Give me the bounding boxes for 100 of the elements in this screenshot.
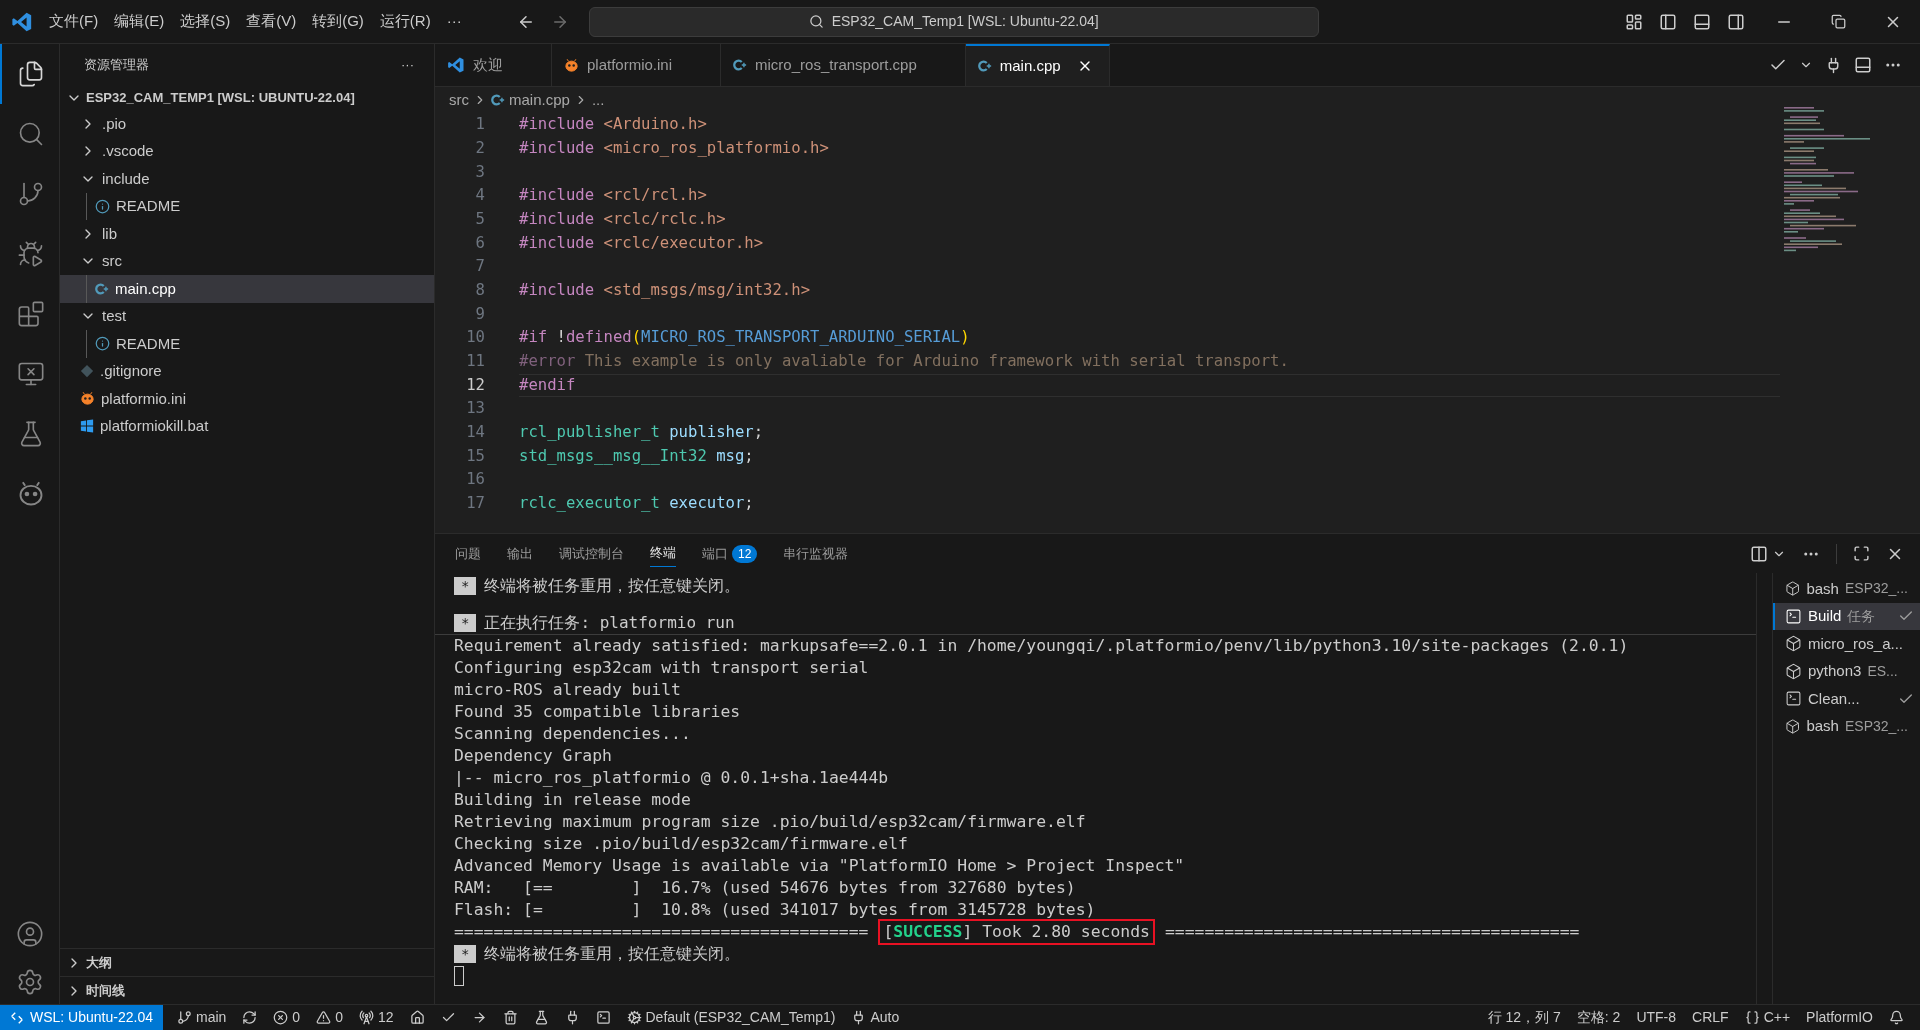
status-bar-item[interactable]: 行 12，列 7 [1479,1007,1569,1028]
tree-item[interactable]: src [60,247,434,275]
cpp-file-icon [491,93,505,107]
tree-item[interactable]: .vscode [60,137,434,165]
extensions-icon [16,300,45,328]
editor-tab[interactable]: platformio.ini [552,44,722,86]
terminal-line: Found 35 compatible libraries [454,700,741,723]
status-bar-item[interactable]: UTF-8 [1628,1007,1685,1028]
command-center-search[interactable]: ESP32_CAM_Temp1 [WSL: Ubuntu-22.04] [588,6,1319,37]
error-icon [273,1010,289,1025]
line-number: 7 [474,256,485,278]
terminal-session-item[interactable]: bash ESP32_... [1773,575,1920,603]
terminal-line: micro-ROS already built [454,678,681,701]
tree-item[interactable]: include [60,165,434,193]
panel-tab[interactable]: 端口 12 [702,540,758,567]
status-bar-item[interactable]: 0 [265,1007,309,1028]
tree-item[interactable]: .gitignore [60,357,434,385]
rule-text: ========================================== [1164,920,1580,943]
terminal-session-item[interactable]: bash ESP32_... [1773,712,1920,740]
split-terminal-icon[interactable] [1750,544,1768,563]
toggle-sidebar-icon[interactable] [1659,12,1677,31]
bell-icon[interactable] [1889,1010,1904,1025]
menu-item[interactable]: 编辑(E) [109,10,170,33]
menu-item[interactable]: 查看(V) [241,10,302,33]
line-number: 11 [465,351,485,372]
cpp-file-icon [95,281,109,296]
layout-icon[interactable] [1625,12,1643,31]
cog-icon [626,1010,642,1025]
panel-tab[interactable]: 终端 [650,540,676,567]
breadcrumb-item[interactable]: ... [591,88,605,112]
tree-item[interactable]: .pio [60,110,434,138]
line-number: 10 [465,327,485,349]
menu-item[interactable]: 转到(G) [307,10,369,33]
code-line: #endif [519,374,576,396]
warning-icon [316,1010,332,1025]
editor-tab[interactable]: micro_ros_transport.cpp [721,44,966,86]
breadcrumb-item[interactable]: src [449,88,469,112]
menu-item[interactable]: 运行(R) [374,10,436,33]
tree-item[interactable]: platformio.ini [60,385,434,413]
split-editor-icon[interactable] [1854,56,1872,74]
more-actions-button[interactable]: ··· [401,55,414,75]
panel-tab[interactable]: 串行监视器 [783,540,849,567]
status-bar-item[interactable]: PlatformIO [1798,1007,1881,1028]
tree-item[interactable]: platformiokill.bat [60,412,434,440]
terminal-session-item[interactable]: micro_ros_a... [1773,630,1920,658]
tree-item[interactable]: README [60,330,434,358]
cube-icon [1785,662,1802,680]
status-bar-item[interactable]: Default (ESP32_CAM_Temp1) [618,1007,844,1028]
status-bar-item[interactable]: C++ [1736,1007,1799,1028]
editor-tab[interactable]: 欢迎 [435,44,552,86]
sync-icon[interactable] [242,1010,258,1025]
tree-item[interactable]: main.cpp [60,275,434,303]
terminal-line: Checking size .pio/build/esp32cam/firmware.elf [454,832,908,855]
panel-tab[interactable]: 问题 [455,540,481,567]
vscode-logo-icon [11,10,33,33]
code-line: #include <micro_ros_platformio.h> [519,137,829,159]
status-bar-item[interactable]: Auto [843,1007,908,1028]
line-number: 8 [474,279,485,301]
cube-icon [1785,717,1801,735]
menu-item[interactable]: ··· [441,10,467,33]
remote-indicator[interactable]: WSL: Ubuntu-22.04 [0,1005,163,1030]
status-bar-item[interactable]: CRLF [1684,1007,1737,1028]
code-line: rclc_executor_t executor; [519,493,754,515]
arrow-right-icon[interactable] [471,1010,487,1025]
breadcrumb-item[interactable]: main.cpp [509,88,570,112]
terminal-session-item[interactable]: Build 任务 [1773,602,1920,630]
sidebar-section-header[interactable]: 大纲 [60,948,434,976]
menu-item[interactable]: 文件(F) [44,10,104,33]
restore-icon[interactable] [1831,14,1846,29]
terminal-icon[interactable] [595,1010,611,1025]
terminal-session-item[interactable]: Clean... [1773,685,1920,713]
trash-icon[interactable] [502,1010,518,1025]
tree-item[interactable]: lib [60,220,434,248]
flask-icon[interactable] [533,1010,549,1025]
tree-item[interactable]: test [60,302,434,330]
panel-tab[interactable]: 调试控制台 [559,540,624,567]
account-icon[interactable] [15,920,44,948]
code-line: #include <Arduino.h> [519,114,707,136]
code-line: #include <std_msgs/msg/int32.h> [519,279,811,301]
status-bar-item[interactable]: main [168,1007,235,1028]
menu-item[interactable]: 选择(S) [175,10,236,33]
editor-tab[interactable]: main.cpp [965,44,1110,86]
status-bar-item[interactable]: 0 [308,1007,351,1028]
tree-item[interactable]: README [60,192,434,220]
line-number: 5 [474,208,485,230]
toggle-secondary-sidebar-icon[interactable] [1727,12,1745,31]
vscode-logo-icon [447,56,465,74]
terminal-line: Scanning dependencies... [454,722,691,745]
status-bar-item[interactable]: 空格: 2 [1568,1007,1629,1028]
code-line: #error This example is only avaliable for Arduino framework with serial transport. [519,351,1289,372]
toggle-panel-icon[interactable] [1693,12,1711,31]
terminal-session-item[interactable]: python3 ES... [1773,657,1920,685]
explorer-root-header[interactable]: ESP32_CAM_TEMP1 [WSL: UBUNTU-22.04] [60,86,434,110]
terminal-icon [1785,607,1802,625]
home-icon[interactable] [409,1010,425,1025]
panel-tab[interactable]: 输出 [507,540,533,567]
diamond-icon [80,364,94,379]
line-number: 17 [465,493,485,515]
status-bar-item[interactable]: 12 [350,1007,402,1028]
maximize-panel-icon[interactable] [1853,545,1870,562]
